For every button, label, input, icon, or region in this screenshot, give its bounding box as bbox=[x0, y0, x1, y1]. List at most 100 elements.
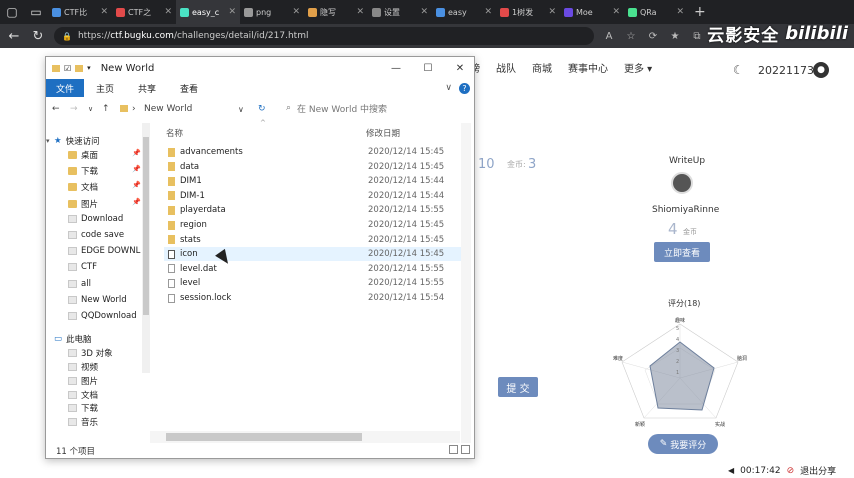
site-nav-item[interactable]: 更多 ▾ bbox=[624, 60, 652, 75]
sidebar-item[interactable]: 桌面 bbox=[68, 149, 98, 161]
sidebar-scroll-thumb[interactable] bbox=[143, 137, 149, 315]
horizontal-scroll-thumb[interactable] bbox=[166, 433, 362, 441]
sidebar-item[interactable]: CTF bbox=[68, 262, 97, 272]
read-aloud-icon[interactable]: A bbox=[602, 31, 616, 42]
file-row[interactable]: advancements 2020/12/14 15:45 bbox=[164, 145, 464, 159]
minimize-icon[interactable]: — bbox=[380, 57, 412, 79]
back-arrow-icon[interactable]: ← bbox=[6, 29, 22, 44]
browser-menu-icon[interactable]: ▢ bbox=[0, 0, 24, 24]
horizontal-scrollbar[interactable] bbox=[150, 431, 460, 443]
browser-tab[interactable]: CTF之 ✕ bbox=[112, 0, 176, 24]
writeup-author[interactable]: ShiomiyaRinne bbox=[652, 205, 719, 215]
browser-tab[interactable]: easy_c ✕ bbox=[176, 0, 240, 24]
dark-mode-icon[interactable]: ☾ bbox=[733, 63, 744, 77]
forward-icon[interactable]: → bbox=[70, 104, 78, 114]
file-row[interactable]: data 2020/12/14 15:45 bbox=[164, 160, 464, 174]
ribbon-tab-file[interactable]: 文件 bbox=[46, 79, 85, 97]
file-list-scrollbar[interactable] bbox=[461, 123, 471, 443]
sidebar-scrollbar[interactable] bbox=[142, 123, 150, 373]
sidebar-quick-access[interactable]: ▾ ★ 快速访问 bbox=[46, 135, 100, 147]
file-row[interactable]: region 2020/12/14 15:45 bbox=[164, 218, 464, 232]
file-row[interactable]: icon 2020/12/14 15:45 bbox=[164, 247, 464, 262]
expand-arrow-icon[interactable]: ▾ bbox=[46, 137, 50, 145]
search-input[interactable]: ⌕ 在 New World 中搜索 bbox=[286, 99, 466, 117]
user-avatar[interactable]: ● bbox=[813, 62, 829, 78]
tab-close-icon[interactable]: ✕ bbox=[548, 7, 556, 17]
tab-close-icon[interactable]: ✕ bbox=[228, 7, 236, 17]
recent-dropdown-icon[interactable]: ∨ bbox=[88, 105, 93, 113]
browser-tab[interactable]: QRa ✕ bbox=[624, 0, 688, 24]
qat-dropdown-icon[interactable]: ▾ bbox=[87, 64, 91, 72]
details-view-icon[interactable] bbox=[449, 445, 458, 454]
exit-share-icon[interactable]: ⊘ bbox=[787, 466, 795, 476]
close-icon[interactable]: ✕ bbox=[444, 57, 476, 79]
sidebar-item[interactable]: 视频 bbox=[68, 361, 98, 373]
file-row[interactable]: level 2020/12/14 15:55 bbox=[164, 276, 464, 290]
sidebar-item[interactable]: all bbox=[68, 279, 91, 289]
sidebar-item[interactable]: 下载 bbox=[68, 165, 98, 177]
new-tab-icon[interactable]: + bbox=[688, 4, 712, 20]
new-folder-icon[interactable] bbox=[75, 64, 84, 72]
collections-icon[interactable]: ⧉ bbox=[690, 31, 704, 42]
tab-close-icon[interactable]: ✕ bbox=[164, 7, 172, 17]
tab-close-icon[interactable]: ✕ bbox=[676, 7, 684, 17]
path-segment[interactable]: New World bbox=[144, 104, 192, 114]
tab-close-icon[interactable]: ✕ bbox=[292, 7, 300, 17]
site-nav-item[interactable]: 商城 bbox=[532, 60, 552, 75]
sidebar-item[interactable]: Download bbox=[68, 214, 123, 224]
file-row[interactable]: level.dat 2020/12/14 15:55 bbox=[164, 262, 464, 276]
ribbon-tab-home[interactable]: 主页 bbox=[84, 79, 126, 97]
sidebar-item[interactable]: QQDownload bbox=[68, 311, 137, 321]
exit-share-button[interactable]: 退出分享 bbox=[800, 464, 836, 477]
ribbon-tab-view[interactable]: 查看 bbox=[168, 79, 210, 97]
up-icon[interactable]: ↑ bbox=[102, 104, 110, 114]
sidebar-item[interactable]: 文档 bbox=[68, 181, 98, 193]
sidebar-item[interactable]: 下载 bbox=[68, 402, 98, 414]
site-nav-item[interactable]: 赛事中心 bbox=[568, 60, 608, 75]
column-header-name[interactable]: 名称 bbox=[166, 127, 183, 139]
sidebar-item[interactable]: 音乐 bbox=[68, 416, 98, 428]
view-writeup-button[interactable]: 立即查看 bbox=[654, 242, 710, 262]
maximize-icon[interactable]: ☐ bbox=[412, 57, 444, 79]
column-header-date[interactable]: 修改日期 bbox=[366, 127, 400, 139]
tab-close-icon[interactable]: ✕ bbox=[484, 7, 492, 17]
browser-tab[interactable]: png ✕ bbox=[240, 0, 304, 24]
sidebar-item[interactable]: 3D 对象 bbox=[68, 347, 113, 359]
url-field[interactable]: 🔒 https://ctf.bugku.com/challenges/detai… bbox=[54, 27, 594, 45]
sidebar-item[interactable]: 图片 bbox=[68, 375, 98, 387]
sidebar-item[interactable]: code save bbox=[68, 230, 124, 240]
large-icons-view-icon[interactable] bbox=[461, 445, 470, 454]
tab-actions-icon[interactable]: ▭ bbox=[24, 0, 48, 24]
browser-tab[interactable]: Moe ✕ bbox=[560, 0, 624, 24]
tab-close-icon[interactable]: ✕ bbox=[100, 7, 108, 17]
ribbon-tab-share[interactable]: 共享 bbox=[126, 79, 168, 97]
tab-close-icon[interactable]: ✕ bbox=[356, 7, 364, 17]
tab-close-icon[interactable]: ✕ bbox=[612, 7, 620, 17]
sidebar-item[interactable]: 文档 bbox=[68, 389, 98, 401]
file-row[interactable]: playerdata 2020/12/14 15:55 bbox=[164, 203, 464, 217]
browser-tab[interactable]: 1树发 ✕ bbox=[496, 0, 560, 24]
refresh-icon[interactable]: ⟳ bbox=[646, 31, 660, 42]
favorites-icon[interactable]: ★ bbox=[668, 31, 682, 42]
browser-tab[interactable]: 隐写 ✕ bbox=[304, 0, 368, 24]
favorite-star-icon[interactable]: ☆ bbox=[624, 31, 638, 42]
ribbon-expand-icon[interactable]: ∨ bbox=[445, 83, 452, 93]
refresh-path-icon[interactable]: ↻ bbox=[258, 104, 266, 114]
properties-icon[interactable]: ☑ bbox=[64, 64, 71, 73]
file-row[interactable]: DIM-1 2020/12/14 15:44 bbox=[164, 189, 464, 203]
file-row[interactable]: session.lock 2020/12/14 15:54 bbox=[164, 291, 464, 305]
back-icon[interactable]: ← bbox=[52, 104, 60, 114]
help-icon[interactable]: ? bbox=[459, 82, 470, 94]
submit-button[interactable]: 提 交 bbox=[498, 377, 538, 397]
browser-tab[interactable]: CTF比 ✕ bbox=[48, 0, 112, 24]
sidebar-this-pc[interactable]: ▭ 此电脑 bbox=[54, 333, 92, 345]
reload-icon[interactable]: ↻ bbox=[30, 29, 46, 44]
tab-close-icon[interactable]: ✕ bbox=[420, 7, 428, 17]
file-row[interactable]: stats 2020/12/14 15:45 bbox=[164, 233, 464, 247]
browser-tab[interactable]: easy ✕ bbox=[432, 0, 496, 24]
browser-tab[interactable]: 设置 ✕ bbox=[368, 0, 432, 24]
rate-button[interactable]: ✎ 我要评分 bbox=[648, 434, 718, 454]
site-nav-item[interactable]: 战队 bbox=[496, 60, 516, 75]
path-dropdown-icon[interactable]: ∨ bbox=[238, 105, 244, 114]
sidebar-item[interactable]: 图片 bbox=[68, 198, 98, 210]
